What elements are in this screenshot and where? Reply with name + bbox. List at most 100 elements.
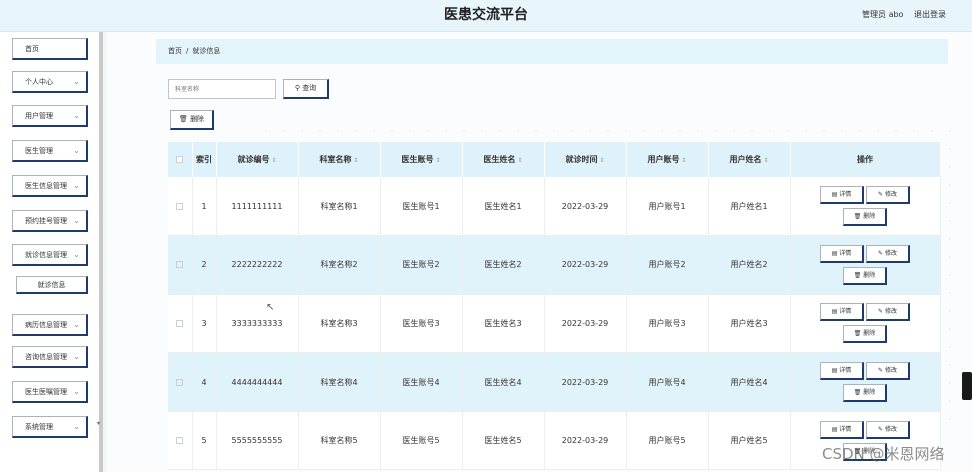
cell-user-name: 用户姓名5: [708, 411, 791, 471]
logout-link[interactable]: 退出登录: [914, 10, 946, 19]
header-doctor-account[interactable]: 医生账号 ⇕: [380, 142, 463, 177]
row-actions: ▤ 详情 ✎ 修改 🗑 删除: [790, 177, 941, 237]
cell-dept: 科室名称4: [298, 352, 381, 412]
edit-label: 修改: [884, 308, 897, 316]
cell-dept: 科室名称2: [298, 235, 381, 295]
detail-icon: ▤: [831, 367, 838, 375]
sidebar-item[interactable]: 医生信息管理 ⌄: [12, 175, 88, 197]
detail-button[interactable]: ▤ 详情: [820, 186, 864, 205]
trash-icon: 🗑: [853, 389, 862, 397]
visit-table: 索引 就诊编号 ⇕ 科室名称 ⇕ 医生账号 ⇕ 医生姓名 ⇕ 就诊时间 ⇕ 用户账号 ⇕ 用…: [168, 142, 941, 471]
sidebar-item-label: 预约挂号管理: [25, 217, 67, 225]
sidebar-item[interactable]: 医生管理 ⌄: [12, 140, 88, 162]
detail-label: 详情: [839, 367, 852, 375]
header-time[interactable]: 就诊时间 ⇕: [544, 142, 627, 177]
batch-delete-label: 删除: [190, 115, 205, 123]
delete-button[interactable]: 🗑 删除: [843, 325, 887, 344]
sidebar-item[interactable]: 系统管理 ⌄: [12, 416, 88, 438]
delete-button[interactable]: 🗑 删除: [843, 208, 887, 227]
sidebar-item[interactable]: 医生医嘱管理 ⌄: [12, 381, 88, 403]
header-user-account[interactable]: 用户账号 ⇕: [626, 142, 709, 177]
detail-button[interactable]: ▤ 详情: [820, 244, 864, 263]
cell-index: 5: [192, 411, 217, 471]
header-time-label: 就诊时间: [565, 155, 598, 164]
sidebar-item[interactable]: 用户管理 ⌄: [12, 105, 88, 127]
sidebar-item-label: 咨询信息管理: [25, 353, 67, 361]
edit-button[interactable]: ✎ 修改: [866, 244, 910, 263]
cell-user-name: 用户姓名1: [708, 177, 791, 237]
sidebar-item[interactable]: 咨询信息管理 ⌄: [12, 346, 88, 368]
header-code-label: 就诊编号: [237, 155, 270, 164]
cell-time: 2022-03-29: [544, 352, 627, 412]
row-checkbox[interactable]: [176, 202, 184, 210]
header-doctor-name-label: 医生姓名: [483, 155, 516, 164]
trash-icon: 🗑: [853, 271, 862, 279]
row-actions: ▤ 详情 ✎ 修改 🗑 删除: [790, 294, 941, 354]
delete-button[interactable]: 🗑 删除: [843, 266, 887, 285]
mouse-cursor-icon: ↖: [266, 302, 275, 313]
header-dept[interactable]: 科室名称 ⇕: [298, 142, 381, 177]
row-select-cell[interactable]: [168, 411, 193, 471]
edit-button[interactable]: ✎ 修改: [866, 362, 910, 381]
sidebar-item-label: 医生医嘱管理: [25, 388, 67, 396]
cell-doctor-name: 医生姓名1: [462, 177, 545, 237]
department-search-input[interactable]: [168, 79, 276, 99]
sort-icon[interactable]: ⇕: [681, 157, 686, 164]
detail-button[interactable]: ▤ 详情: [820, 362, 864, 381]
sort-icon[interactable]: ⇕: [435, 157, 440, 164]
select-all-cell[interactable]: [168, 142, 193, 177]
cell-index: 4: [192, 352, 217, 412]
batch-delete-button[interactable]: 🗑 删除: [170, 110, 214, 130]
detail-button[interactable]: ▤ 详情: [820, 303, 864, 322]
sidebar-item[interactable]: 个人中心 ⌄: [12, 71, 88, 93]
cell-code: 2222222222: [216, 235, 299, 295]
header-code[interactable]: 就诊编号 ⇕: [216, 142, 299, 177]
header-doctor-name[interactable]: 医生姓名 ⇕: [462, 142, 545, 177]
row-checkbox[interactable]: [176, 378, 184, 386]
cell-code: 5555555555: [216, 411, 299, 471]
cell-time: 2022-03-29: [544, 294, 627, 354]
cell-dept: 科室名称1: [298, 177, 381, 237]
edit-button[interactable]: ✎ 修改: [866, 303, 910, 322]
cell-doctor-account: 医生账号4: [380, 352, 463, 412]
sidebar-item[interactable]: 首页: [12, 38, 88, 60]
sort-icon[interactable]: ⇕: [271, 157, 276, 164]
sidebar-scroll-icon[interactable]: ▾: [97, 420, 100, 427]
sidebar-item-label: 个人中心: [25, 78, 53, 86]
sidebar-item[interactable]: 病历信息管理 ⌄: [12, 314, 88, 336]
row-checkbox[interactable]: [176, 261, 184, 269]
cell-doctor-account: 医生账号3: [380, 294, 463, 354]
search-button[interactable]: ⚲ 查询: [283, 79, 329, 99]
detail-button[interactable]: ▤ 详情: [820, 420, 864, 439]
cell-doctor-name: 医生姓名2: [462, 235, 545, 295]
header-index: 索引: [192, 142, 217, 177]
edit-button[interactable]: ✎ 修改: [866, 186, 910, 205]
sidebar-item[interactable]: 预约挂号管理 ⌄: [12, 210, 88, 232]
trash-icon: 🗑: [853, 330, 862, 338]
row-select-cell[interactable]: [168, 294, 193, 354]
breadcrumb-home[interactable]: 首页: [168, 47, 182, 55]
chevron-down-icon: ⌄: [73, 77, 80, 86]
sidebar-item[interactable]: 就诊信息管理 ⌄: [12, 244, 88, 266]
sort-icon[interactable]: ⇕: [353, 157, 358, 164]
edit-button[interactable]: ✎ 修改: [866, 420, 910, 439]
table-row: 3 3333333333 科室名称3 医生账号3 医生姓名3 2022-03-29 用户账号…: [168, 294, 941, 354]
row-select-cell[interactable]: [168, 352, 193, 412]
sidebar-item-label: 用户管理: [25, 112, 53, 120]
header-user-name[interactable]: 用户姓名 ⇕: [708, 142, 791, 177]
row-checkbox[interactable]: [176, 437, 184, 445]
edit-icon: ✎: [878, 191, 884, 199]
row-select-cell[interactable]: [168, 177, 193, 237]
cell-index: 1: [192, 177, 217, 237]
sort-icon[interactable]: ⇕: [763, 157, 768, 164]
select-all-checkbox[interactable]: [176, 156, 184, 163]
scroll-handle[interactable]: [962, 372, 972, 400]
sort-icon[interactable]: ⇕: [599, 157, 604, 164]
sort-icon[interactable]: ⇕: [517, 157, 522, 164]
row-checkbox[interactable]: [176, 319, 184, 327]
cell-user-name: 用户姓名3: [708, 294, 791, 354]
sidebar-subitem-visit-info[interactable]: 就诊信息: [16, 276, 88, 294]
table-row: 4 4444444444 科室名称4 医生账号4 医生姓名4 2022-03-29 用户账号…: [168, 352, 941, 412]
delete-button[interactable]: 🗑 删除: [843, 384, 887, 403]
row-select-cell[interactable]: [168, 235, 193, 295]
